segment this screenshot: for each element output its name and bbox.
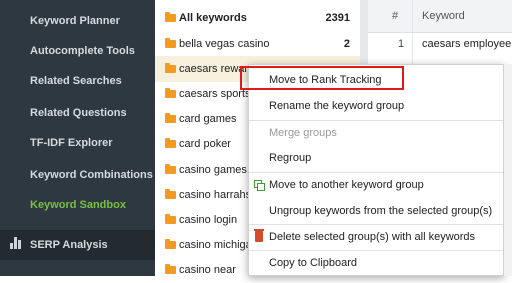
group-name: casino michiga <box>179 239 252 251</box>
sidebar-section-label: SERP Analysis <box>30 239 108 251</box>
menu-scrollbar[interactable] <box>504 64 512 276</box>
group-row[interactable]: bella vegas casino 2 <box>155 31 360 57</box>
column-header-keyword[interactable]: Keyword <box>422 10 465 22</box>
column-header-number[interactable]: # <box>392 10 398 22</box>
group-name: casino games <box>179 164 247 176</box>
table-row[interactable]: 1 caesars employee re <box>368 31 512 57</box>
sidebar-item-tf-idf-explorer[interactable]: TF-IDF Explorer <box>0 130 155 156</box>
move-icon <box>254 180 265 191</box>
menu-item-delete-groups[interactable]: Delete selected group(s) with all keywor… <box>249 225 503 249</box>
folder-icon <box>165 38 176 48</box>
group-count: 2 <box>343 38 350 50</box>
menu-item-label: Delete selected group(s) with all keywor… <box>269 231 476 243</box>
folder-icon <box>165 138 176 148</box>
highlight-box <box>240 66 404 90</box>
folder-icon <box>165 189 176 199</box>
context-menu: Move to Rank Tracking Rename the keyword… <box>248 64 504 276</box>
group-name: card games <box>179 113 237 125</box>
menu-item-ungroup-keywords[interactable]: Ungroup keywords from the selected group… <box>249 199 503 223</box>
folder-icon <box>165 214 176 224</box>
sidebar-item-autocomplete-tools[interactable]: Autocomplete Tools <box>0 38 155 64</box>
group-name: casino login <box>179 214 238 226</box>
sidebar-item-related-questions[interactable]: Related Questions <box>0 100 155 126</box>
folder-icon <box>165 88 176 98</box>
menu-item-move-to-another-group[interactable]: Move to another keyword group <box>249 173 503 197</box>
folder-icon <box>165 239 176 249</box>
menu-item-merge-groups: Merge groups <box>269 127 337 139</box>
bar-chart-icon <box>10 237 22 249</box>
sidebar-item-related-searches[interactable]: Related Searches <box>0 68 155 94</box>
row-keyword: caesars employee re <box>422 38 512 50</box>
sidebar-item-keyword-combinations[interactable]: Keyword Combinations <box>0 162 155 188</box>
group-name: casino near <box>179 264 236 276</box>
menu-item-rename-group[interactable]: Rename the keyword group <box>249 94 503 118</box>
menu-item-copy-to-clipboard[interactable]: Copy to Clipboard <box>249 251 503 275</box>
sidebar: Keyword Planner Autocomplete Tools Relat… <box>0 0 155 276</box>
table-header: # Keyword <box>368 0 512 33</box>
folder-icon <box>165 63 176 73</box>
group-name: casino harrahs <box>179 189 252 201</box>
folder-icon <box>165 164 176 174</box>
menu-item-label: Move to another keyword group <box>269 179 424 191</box>
sidebar-item-keyword-planner[interactable]: Keyword Planner <box>0 8 155 34</box>
folder-icon <box>165 264 176 274</box>
group-count: 2391 <box>325 12 350 24</box>
folder-icon <box>165 12 176 22</box>
trash-icon <box>254 229 264 242</box>
group-row-all-keywords[interactable]: All keywords 2391 <box>155 5 360 31</box>
group-name: All keywords <box>179 12 247 24</box>
group-name: bella vegas casino <box>179 38 270 50</box>
sidebar-item-keyword-sandbox[interactable]: Keyword Sandbox <box>0 192 155 218</box>
menu-item-regroup[interactable]: Regroup <box>249 146 503 170</box>
row-number: 1 <box>398 38 405 50</box>
sidebar-section-serp-analysis[interactable]: SERP Analysis <box>0 230 155 260</box>
group-name: card poker <box>179 138 231 150</box>
folder-icon <box>165 113 176 123</box>
